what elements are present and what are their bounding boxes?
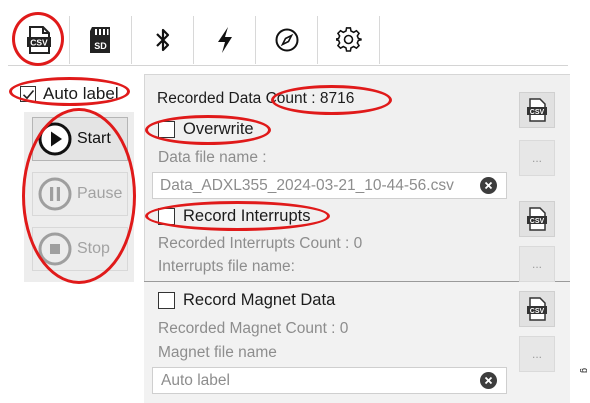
record-interrupts-checkbox[interactable]: Record Interrupts — [158, 207, 310, 226]
svg-text:CSV: CSV — [530, 218, 545, 225]
svg-text:SD: SD — [94, 41, 107, 51]
clear-data-file-icon[interactable] — [480, 177, 497, 194]
bluetooth-icon — [155, 28, 169, 52]
checkbox-icon — [158, 121, 175, 138]
interrupts-file-name-label: Interrupts file name: — [158, 258, 295, 275]
browse-data-file-button[interactable]: ... — [519, 140, 555, 176]
data-file-name-input[interactable]: Data_ADXL355_2024-03-21_10-44-56.csv — [152, 172, 507, 199]
checkbox-checked-icon — [20, 86, 36, 102]
stop-button[interactable]: Stop — [32, 227, 128, 271]
sd-card-icon: SD — [89, 27, 110, 53]
pause-icon — [38, 177, 72, 211]
edge-mark: g — [580, 368, 590, 374]
overwrite-checkbox[interactable]: Overwrite — [158, 120, 254, 139]
csv-file-icon: CSV — [527, 297, 547, 321]
magnet-file-name-input[interactable]: Auto label — [152, 367, 507, 394]
tab-bluetooth[interactable] — [132, 16, 194, 64]
csv-file-icon: CSV — [527, 98, 547, 122]
clear-magnet-file-icon[interactable] — [480, 372, 497, 389]
tab-power[interactable] — [194, 16, 256, 64]
record-magnet-data-checkbox[interactable]: Record Magnet Data — [158, 291, 335, 310]
start-button[interactable]: Start — [32, 117, 128, 161]
tab-csv[interactable]: CSV — [8, 16, 70, 64]
export-data-csv-button[interactable]: CSV — [519, 92, 555, 128]
recorded-data-count: Recorded Data Count : 8716 — [157, 90, 355, 107]
record-magnet-data-label: Record Magnet Data — [183, 291, 336, 309]
overwrite-label: Overwrite — [183, 120, 254, 138]
start-label: Start — [77, 130, 111, 147]
csv-file-icon: CSV — [527, 207, 547, 231]
play-icon — [38, 122, 72, 156]
magnet-file-name-label: Magnet file name — [158, 344, 277, 361]
pause-label: Pause — [77, 185, 123, 202]
checkbox-icon — [158, 292, 175, 309]
recording-controls: Start Pause Stop — [24, 112, 134, 282]
svg-text:CSV: CSV — [30, 38, 48, 48]
record-interrupts-label: Record Interrupts — [183, 207, 311, 225]
compass-icon — [275, 28, 298, 52]
gear-icon — [335, 27, 362, 52]
stop-label: Stop — [77, 240, 110, 257]
magnet-file-name-value: Auto label — [161, 371, 230, 389]
browse-magnet-file-button[interactable]: ... — [519, 336, 555, 372]
recorded-interrupts-count: Recorded Interrupts Count : 0 — [158, 235, 363, 252]
recorded-magnet-count: Recorded Magnet Count : 0 — [158, 320, 349, 337]
svg-text:CSV: CSV — [530, 109, 545, 116]
data-file-name-value: Data_ADXL355_2024-03-21_10-44-56.csv — [160, 176, 454, 194]
tab-strip: CSV SD — [8, 10, 568, 66]
auto-label-text: Auto label — [43, 84, 119, 103]
csv-file-icon: CSV — [26, 26, 51, 54]
tab-sd-card[interactable]: SD — [70, 16, 132, 64]
tab-settings[interactable] — [318, 16, 380, 64]
svg-text:CSV: CSV — [530, 308, 545, 315]
browse-interrupts-file-button[interactable]: ... — [519, 246, 555, 282]
export-magnet-csv-button[interactable]: CSV — [519, 291, 555, 327]
lightning-icon — [217, 27, 232, 53]
stop-icon — [38, 232, 72, 266]
tab-compass[interactable] — [256, 16, 318, 64]
checkbox-icon — [158, 208, 175, 225]
pause-button[interactable]: Pause — [32, 172, 128, 216]
data-file-name-label: Data file name : — [158, 149, 267, 166]
auto-label-checkbox[interactable]: Auto label — [20, 84, 119, 104]
export-interrupts-csv-button[interactable]: CSV — [519, 201, 555, 237]
